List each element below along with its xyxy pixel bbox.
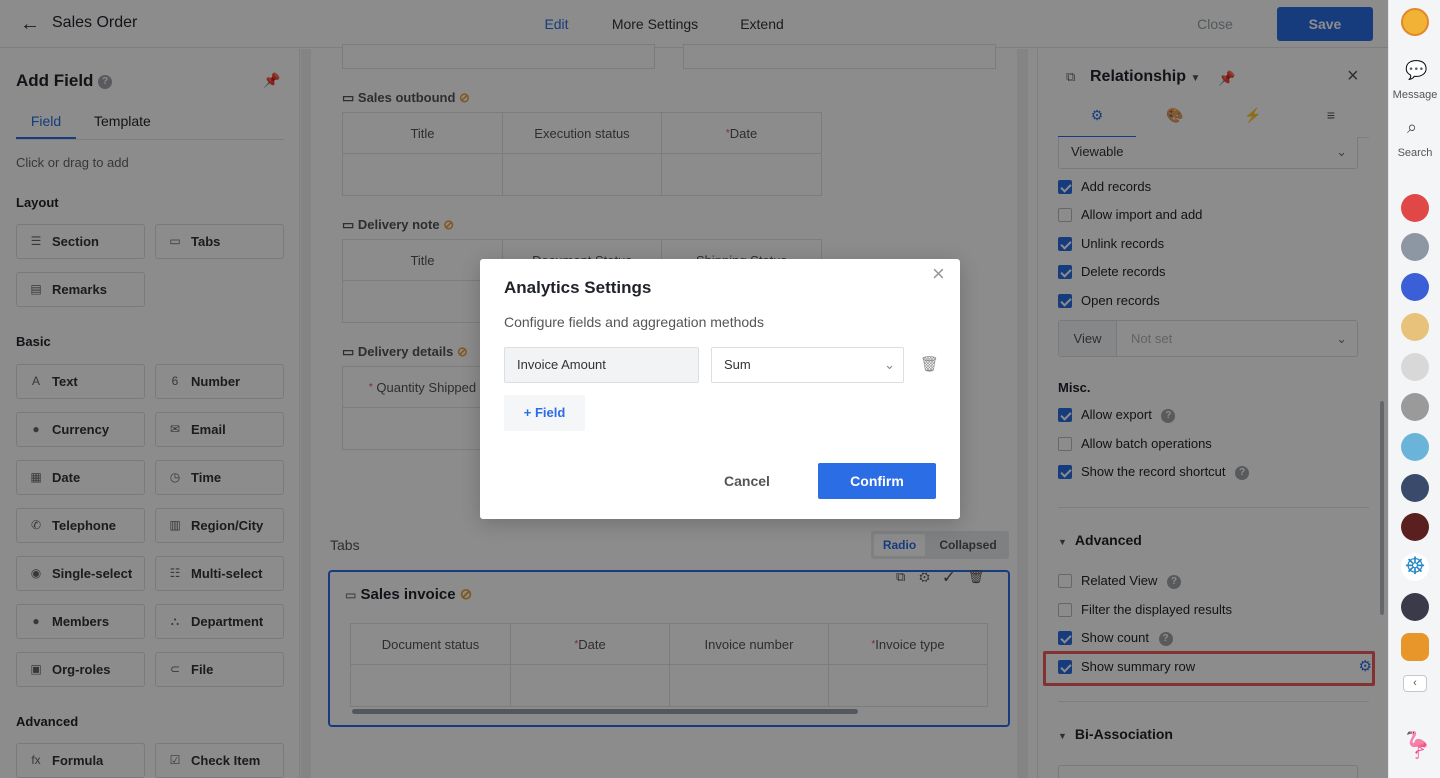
message-label: Message [1392,89,1438,101]
bell-app-icon[interactable] [1401,233,1429,261]
apple-app-icon[interactable] [1401,393,1429,421]
collapse-sidebar-icon[interactable]: ‹ [1403,675,1427,692]
aggregation-value: Sum [724,357,751,372]
app-sidebar: 💬 Message ⌕ Search ☸ ‹ 🦩 [1388,0,1440,778]
message-icon[interactable]: 💬 [1405,60,1427,81]
flamingo-icon: 🦩 [1401,730,1434,760]
dark-app-icon[interactable] [1401,513,1429,541]
aggregation-select[interactable]: Sum ⌄ [711,347,904,383]
bowling-app-icon[interactable] [1401,353,1429,381]
portrait-app-icon[interactable] [1401,593,1429,621]
confirm-button[interactable]: Confirm [818,463,936,499]
add-field-button[interactable]: + Field [504,395,585,431]
grid-app-icon[interactable] [1401,633,1429,661]
cancel-button[interactable]: Cancel [702,463,792,499]
plus-icon: + [523,405,532,420]
dialog-title: Analytics Settings [504,278,652,297]
person-app-icon[interactable] [1401,474,1429,502]
trash-icon[interactable]: 🗑 [920,355,939,373]
field-select[interactable]: Invoice Amount [504,347,699,383]
user-avatar[interactable] [1401,8,1429,36]
close-icon[interactable]: × [932,261,945,287]
search-label: Search [1397,147,1433,159]
lightning-app-icon[interactable] [1401,273,1429,301]
calendar-app-icon[interactable] [1401,194,1429,222]
cookie-app-icon[interactable] [1401,313,1429,341]
chevron-down-icon: ⌄ [884,357,895,372]
add-field-label: Field [534,405,566,420]
dialog-subtitle: Configure fields and aggregation methods [504,314,764,330]
character-app-icon[interactable] [1401,433,1429,461]
analytics-settings-dialog: Analytics Settings × Configure fields an… [480,259,960,519]
helm-app-icon[interactable]: ☸ [1401,553,1429,581]
search-icon[interactable]: ⌕ [1407,117,1417,138]
